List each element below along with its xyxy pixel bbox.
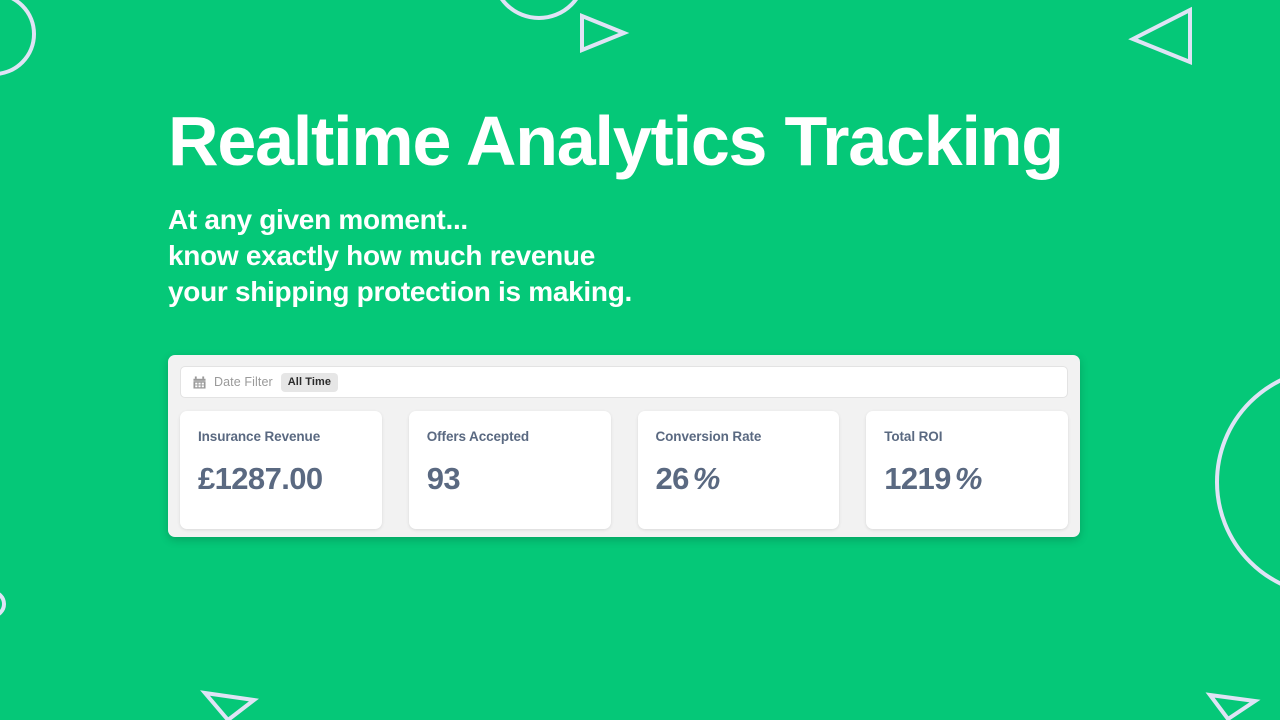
- decor-triangle-bottom-left: [200, 690, 259, 720]
- stat-value: £1287.00: [198, 461, 364, 497]
- decor-circle-right: [1215, 378, 1280, 586]
- stat-label: Total ROI: [884, 429, 943, 444]
- decor-circle-left-edge: [0, 592, 6, 616]
- stat-value-number: 26: [655, 461, 690, 496]
- decor-circle-top-center: [500, 0, 578, 20]
- stat-card-insurance-revenue: Insurance Revenue £1287.00: [180, 411, 382, 529]
- hero-subtitle-line-3: your shipping protection is making.: [168, 276, 632, 307]
- decor-triangle-top-center: [580, 13, 630, 53]
- decor-triangle-bottom-right: [1205, 692, 1261, 720]
- stat-value-number: 93: [426, 461, 461, 496]
- page-title: Realtime Analytics Tracking: [168, 102, 1064, 180]
- date-filter-label: Date Filter: [214, 375, 273, 389]
- decor-circle-top-left: [0, 0, 36, 76]
- stat-label: Conversion Rate: [655, 429, 762, 444]
- stats-row: Insurance Revenue £1287.00 Offers Accept…: [180, 411, 1068, 529]
- stat-label: Insurance Revenue: [198, 429, 321, 444]
- date-filter-selected-badge[interactable]: All Time: [280, 372, 339, 392]
- hero-subtitle-line-2: know exactly how much revenue: [168, 240, 595, 271]
- hero-section: Realtime Analytics Tracking At any given…: [168, 106, 1168, 310]
- stat-value-number: £1287.00: [198, 461, 323, 496]
- calendar-icon: [193, 375, 206, 389]
- stat-card-conversion-rate: Conversion Rate 26%: [637, 411, 840, 529]
- stat-label: Offers Accepted: [426, 429, 530, 444]
- stat-card-offers-accepted: Offers Accepted 93: [408, 411, 611, 529]
- stat-value-unit: %: [692, 461, 721, 496]
- decor-triangle-top-right: [1128, 6, 1192, 65]
- stat-value: 93: [427, 461, 593, 497]
- stat-value: 26%: [656, 461, 822, 497]
- hero-subtitle-line-1: At any given moment...: [168, 204, 468, 235]
- analytics-dashboard-panel: Date Filter All Time Insurance Revenue £…: [168, 355, 1080, 537]
- stat-value: 1219%: [884, 461, 1050, 497]
- date-filter-bar[interactable]: Date Filter All Time: [180, 366, 1068, 398]
- stat-card-total-roi: Total ROI 1219%: [866, 411, 1068, 529]
- hero-subtitle: At any given moment... know exactly how …: [168, 202, 1168, 310]
- stat-value-unit: %: [954, 461, 983, 496]
- stat-value-number: 1219: [884, 461, 951, 496]
